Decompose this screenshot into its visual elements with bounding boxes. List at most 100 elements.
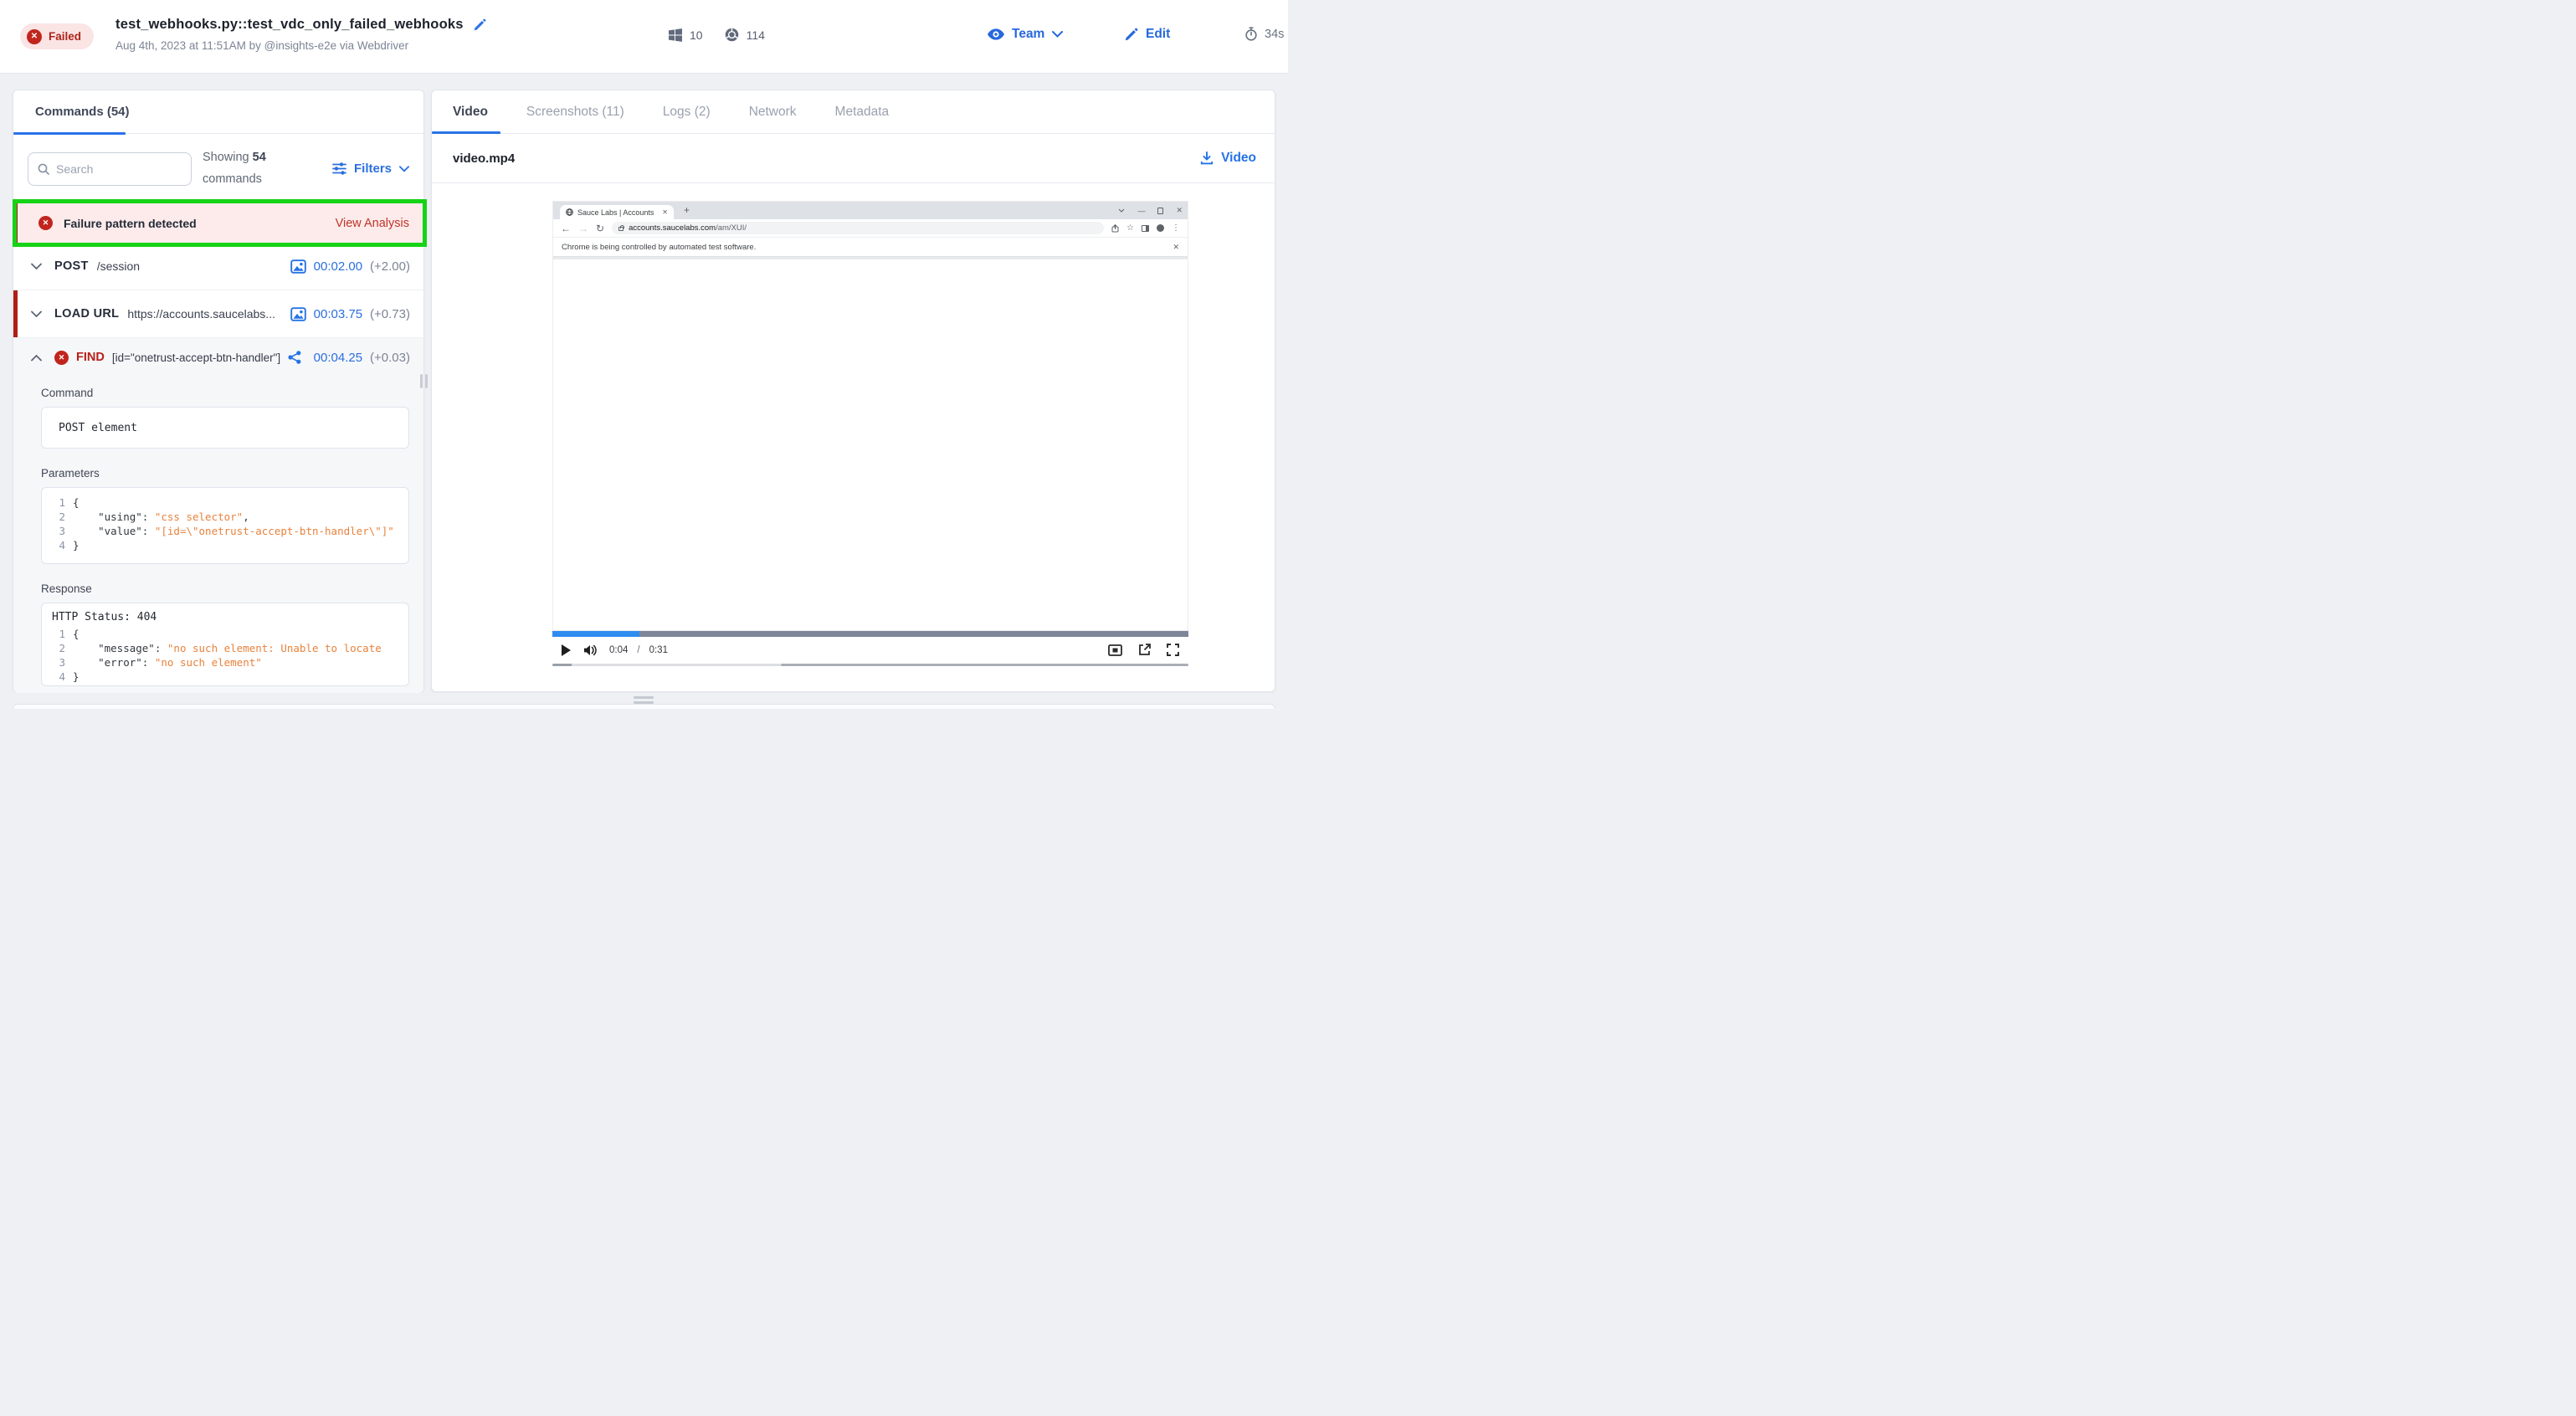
command-time: 00:02.00 <box>314 259 362 274</box>
tab-screenshots[interactable]: Screenshots (11) <box>526 105 624 120</box>
failure-pattern-label: Failure pattern detected <box>64 217 197 230</box>
response-label: Response <box>41 582 409 595</box>
video-horizontal-scrollbar[interactable] <box>552 664 1188 666</box>
panel-resize-handle[interactable] <box>420 374 428 388</box>
browser-share-icon <box>1111 224 1119 233</box>
team-dropdown[interactable]: Team <box>988 27 1063 42</box>
http-status: HTTP Status: 404 <box>42 603 408 627</box>
test-duration-value: 34s <box>1265 28 1284 41</box>
error-circle-icon: ✕ <box>38 216 53 230</box>
media-panel: Video Screenshots (11) Logs (2) Network … <box>431 90 1275 692</box>
screenshot-image-icon[interactable] <box>290 307 306 321</box>
chevron-up-icon[interactable] <box>31 354 42 362</box>
tab-logs[interactable]: Logs (2) <box>663 105 711 120</box>
download-icon <box>1200 151 1214 165</box>
video-duration: 0:31 <box>649 645 668 655</box>
command-value-box: POST element <box>41 407 409 449</box>
commands-tabrow: Commands (54) <box>13 90 423 134</box>
forward-arrow-icon: → <box>578 223 588 234</box>
failure-pattern-banner: ✕ Failure pattern detected View Analysis <box>13 203 423 243</box>
window-menu-chevron-icon <box>1118 208 1125 213</box>
command-arg: [id="onetrust-accept-btn-handler"] <box>112 351 280 364</box>
window-minimize-icon: — <box>1137 207 1145 215</box>
code-line: 1{ <box>50 627 408 641</box>
command-time: 00:04.25 <box>314 351 362 365</box>
automation-infobar-text: Chrome is being controlled by automated … <box>562 243 756 252</box>
test-meta: Aug 4th, 2023 at 11:51AM by @insights-e2… <box>115 39 486 52</box>
command-value: POST element <box>59 422 137 434</box>
error-circle-icon: ✕ <box>54 351 69 365</box>
showing-count-number: 54 <box>253 151 266 164</box>
eye-icon <box>988 28 1004 40</box>
edit-button-label: Edit <box>1146 27 1170 42</box>
tab-network[interactable]: Network <box>749 105 797 120</box>
video-time-display: 0:04 / 0:31 <box>609 645 668 655</box>
tab-commands[interactable]: Commands (54) <box>35 105 130 119</box>
download-video-button[interactable]: Video <box>1200 151 1256 166</box>
app-header: ✕ Failed test_webhooks.py::test_vdc_only… <box>0 0 1288 74</box>
command-detail-section: ✕ FIND [id="onetrust-accept-btn-handler"… <box>13 338 423 693</box>
reload-icon: ↻ <box>596 223 604 234</box>
chevron-down-icon <box>399 166 409 172</box>
command-delta: (+2.00) <box>370 259 410 274</box>
video-controls: 0:04 / 0:31 <box>552 637 1188 663</box>
browser-sidebar-icon <box>1142 225 1149 232</box>
fullscreen-icon[interactable] <box>1167 644 1179 656</box>
command-row-find[interactable]: ✕ FIND [id="onetrust-accept-btn-handler"… <box>13 338 423 377</box>
time-separator: / <box>637 645 639 655</box>
recorded-browser-frame: Sauce Labs | Accounts ✕ + — ✕ ← → ↻ <box>552 201 1188 631</box>
infobar-close-icon: ✕ <box>1173 243 1179 252</box>
chevron-down-icon[interactable] <box>31 310 42 318</box>
window-controls: — ✕ <box>1118 202 1183 219</box>
search-input-wrap <box>28 152 192 186</box>
bottom-drawer-edge <box>13 704 1275 709</box>
share-icon[interactable] <box>288 351 301 364</box>
edit-button[interactable]: Edit <box>1125 27 1170 42</box>
screenshot-image-icon[interactable] <box>290 259 306 274</box>
page-title: test_webhooks.py::test_vdc_only_failed_w… <box>115 17 464 33</box>
parameters-code-box: 1{ 2 "using": "css selector", 3 "value":… <box>41 487 409 564</box>
pencil-icon <box>1125 28 1138 41</box>
command-method: FIND <box>76 351 105 364</box>
browser-version: 114 <box>747 28 765 42</box>
code-line: 4} <box>50 538 408 552</box>
search-icon <box>38 163 49 175</box>
bottom-drawer-drag-handle[interactable] <box>634 696 654 704</box>
play-button[interactable] <box>562 644 571 656</box>
edit-title-pencil-icon[interactable] <box>474 18 486 31</box>
browser-urlbar: accounts.saucelabs.com/am/XUI/ <box>612 222 1104 234</box>
window-close-icon: ✕ <box>1176 206 1183 215</box>
video-current-time: 0:04 <box>609 645 628 655</box>
new-tab-icon: + <box>684 204 690 216</box>
tab-metadata[interactable]: Metadata <box>835 105 890 120</box>
open-in-new-icon[interactable] <box>1138 644 1151 656</box>
chrome-icon <box>725 28 739 42</box>
team-dropdown-label: Team <box>1012 27 1044 42</box>
tab-video[interactable]: Video <box>453 105 488 120</box>
automation-infobar: Chrome is being controlled by automated … <box>553 238 1188 257</box>
windows-icon <box>669 28 682 42</box>
view-analysis-link[interactable]: View Analysis <box>336 217 409 230</box>
command-row-load-url[interactable]: LOAD URL https://accounts.saucelabs... 0… <box>13 290 423 338</box>
download-video-label: Video <box>1221 151 1256 166</box>
code-line: 3 "error": "no such element" <box>50 655 408 670</box>
command-method: LOAD URL <box>54 307 119 321</box>
response-code-box: HTTP Status: 404 1{ 2 "message": "no suc… <box>41 603 409 686</box>
banner-red-stripe <box>13 203 18 243</box>
filters-button[interactable]: Filters <box>332 162 409 176</box>
status-badge: ✕ Failed <box>20 23 94 49</box>
globe-favicon <box>566 208 573 216</box>
video-progress-bar[interactable] <box>552 631 1188 637</box>
volume-icon[interactable] <box>583 644 597 656</box>
command-row-post-session[interactable]: POST /session 00:02.00 (+2.00) <box>13 243 423 290</box>
video-player[interactable]: Sauce Labs | Accounts ✕ + — ✕ ← → ↻ <box>432 183 1275 691</box>
bookmark-star-icon: ☆ <box>1126 223 1134 233</box>
tab-close-icon: ✕ <box>662 208 668 216</box>
url-path: /am/XUI/ <box>716 223 747 233</box>
search-input[interactable] <box>56 162 182 176</box>
chevron-down-icon[interactable] <box>31 263 42 270</box>
picture-in-picture-icon[interactable] <box>1108 644 1122 656</box>
parameters-label: Parameters <box>41 467 409 480</box>
stopwatch-icon <box>1244 27 1258 41</box>
window-restore-icon <box>1157 208 1163 214</box>
